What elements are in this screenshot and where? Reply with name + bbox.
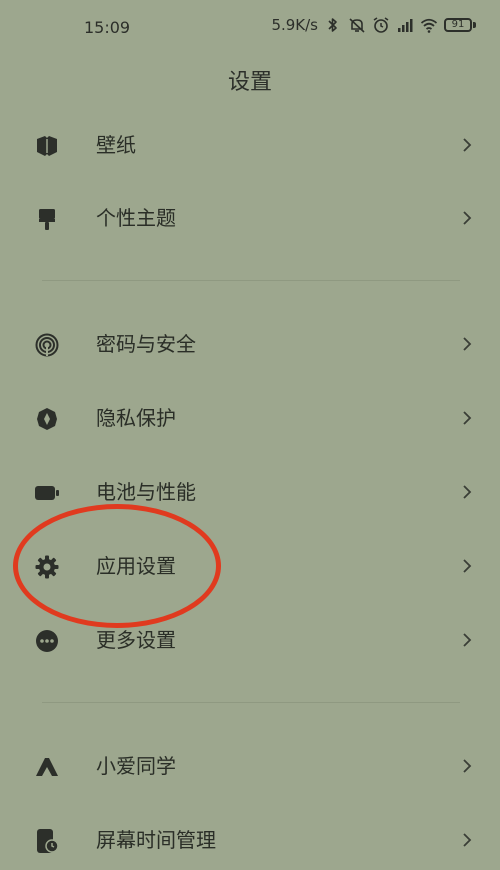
settings-item-label: 隐私保护 (96, 406, 176, 430)
settings-item-battery-performance[interactable]: 电池与性能 (0, 462, 500, 522)
settings-item-xiaoai[interactable]: 小爱同学 (0, 736, 500, 796)
more-dots-icon (36, 630, 58, 652)
settings-item-label: 更多设置 (96, 628, 176, 652)
settings-item-privacy[interactable]: 隐私保护 (0, 388, 500, 448)
fingerprint-icon (35, 333, 59, 357)
status-time: 15:09 (84, 18, 131, 37)
settings-item-wallpaper[interactable]: 壁纸 (0, 115, 500, 175)
network-speed: 5.9K/s (271, 16, 318, 34)
battery-performance-icon (35, 486, 59, 500)
settings-item-label: 小爱同学 (96, 754, 176, 778)
section-divider (42, 702, 460, 703)
wifi-icon (420, 18, 438, 33)
battery-icon: 91 (444, 18, 476, 32)
section-divider (42, 280, 460, 281)
chevron-right-icon (463, 833, 472, 847)
settings-item-password-security[interactable]: 密码与安全 (0, 314, 500, 374)
xiaoai-icon (36, 758, 58, 776)
settings-item-screen-time[interactable]: 屏幕时间管理 (0, 810, 500, 870)
wallpaper-icon (37, 136, 57, 156)
chevron-right-icon (463, 211, 472, 225)
settings-item-label: 电池与性能 (96, 480, 196, 504)
status-bar: 15:09 5.9K/s 91 (0, 0, 500, 56)
screen-time-icon (37, 829, 59, 853)
status-icons: 5.9K/s 91 (271, 16, 476, 34)
bluetooth-icon (328, 18, 337, 32)
settings-item-label: 密码与安全 (96, 332, 196, 356)
chevron-right-icon (463, 337, 472, 351)
settings-item-label: 应用设置 (96, 554, 176, 578)
theme-brush-icon (39, 209, 55, 230)
page-title: 设置 (227, 70, 272, 95)
chevron-right-icon (463, 559, 472, 573)
privacy-shield-icon (37, 408, 57, 430)
alarm-icon (373, 17, 389, 33)
signal-icon (398, 19, 413, 32)
mute-icon (349, 18, 365, 33)
settings-item-label: 个性主题 (96, 206, 176, 230)
settings-item-label: 壁纸 (96, 133, 136, 157)
chevron-right-icon (463, 759, 472, 773)
chevron-right-icon (463, 411, 472, 425)
settings-item-label: 屏幕时间管理 (96, 828, 216, 852)
chevron-right-icon (463, 633, 472, 647)
battery-level: 91 (444, 18, 472, 32)
chevron-right-icon (463, 485, 472, 499)
chevron-right-icon (463, 138, 472, 152)
gear-icon (35, 555, 59, 579)
settings-item-more-settings[interactable]: 更多设置 (0, 610, 500, 670)
settings-item-app-settings[interactable]: 应用设置 (0, 536, 500, 596)
settings-item-theme[interactable]: 个性主题 (0, 188, 500, 248)
